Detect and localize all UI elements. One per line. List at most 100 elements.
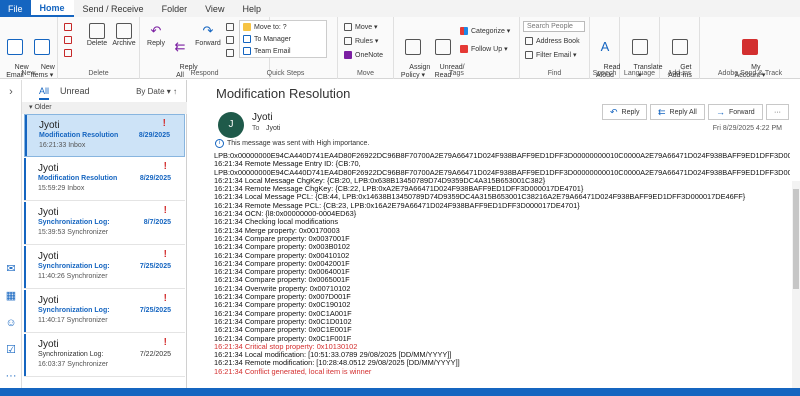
list-filter-tabs: All Unread By Date ▾ ↑ [22, 80, 187, 102]
group-move: Move ▾ Rules ▾ OneNote Move [338, 17, 394, 79]
onenote-label: OneNote [355, 51, 384, 59]
group-label-new: New [21, 70, 36, 77]
forward-button[interactable]: → Forward [708, 104, 763, 120]
unread-indicator [25, 115, 27, 156]
sort-by-date-button[interactable]: By Date ▾ ↑ [136, 87, 177, 96]
list-item[interactable]: Jyoti! Synchronization Log: 7/25/2025 11:40… [24, 246, 185, 289]
get-addins-button[interactable]: Get Add-ins [662, 23, 698, 88]
more-actions-button[interactable]: ··· [766, 104, 789, 120]
avatar[interactable]: J [218, 112, 244, 138]
move-button[interactable]: Move ▾ [344, 22, 378, 32]
list-item[interactable]: Jyoti! Modification Resolution 8/29/2025 16… [24, 114, 185, 157]
delete-label: Delete [86, 40, 108, 47]
more-apps-icon[interactable]: ··· [5, 370, 17, 382]
list-item[interactable]: Jyoti! Synchronization Log: 7/25/2025 11:40… [24, 290, 185, 333]
delete-button[interactable]: Delete [84, 23, 110, 48]
team-email-label: Team Email [254, 47, 291, 55]
search-people-input[interactable]: Search People [523, 21, 585, 32]
scrollbar-thumb[interactable] [793, 189, 799, 289]
list-item-meta: 11:40:26 Synchronizer [38, 273, 108, 280]
translate-button[interactable]: Translate ▾ [622, 23, 662, 88]
team-email-quickstep[interactable]: Team Email [243, 46, 291, 56]
ribbon-reply-button[interactable]: ↶ Reply [144, 23, 168, 48]
menu-folder[interactable]: Folder [153, 0, 197, 17]
sender-name[interactable]: Jyoti [252, 112, 273, 123]
archive-icon [116, 23, 132, 39]
list-item-sender: Jyoti [38, 339, 59, 350]
list-item[interactable]: Jyoti! Modification Resolution 8/29/2025 15… [24, 158, 185, 201]
group-label-quick-steps: Quick Steps [266, 70, 305, 77]
onenote-button[interactable]: OneNote [344, 50, 383, 60]
list-item[interactable]: Jyoti! Synchronization Log: 7/22/2025 16:03… [24, 334, 185, 377]
reply-icon: ↶ [610, 106, 618, 117]
vertical-scrollbar[interactable] [792, 181, 800, 388]
mail-icon[interactable]: ✉ [5, 263, 17, 275]
read-aloud-button[interactable]: A Read Aloud [592, 23, 620, 88]
recipient-name[interactable]: Jyoti [266, 125, 280, 132]
ribbon-forward-button[interactable]: ↷ Forward [194, 23, 222, 48]
ribbon-reply-all-button[interactable]: ⇇ Reply All [168, 23, 198, 88]
unread-read-button[interactable]: Unread/ Read [428, 23, 465, 88]
menu-file[interactable]: File [0, 0, 31, 17]
calendar-icon[interactable]: ▦ [5, 290, 17, 302]
more-respond-icon [226, 49, 234, 57]
reply-button[interactable]: ↶ Reply [602, 104, 648, 120]
menu-help[interactable]: Help [233, 0, 270, 17]
people-icon[interactable]: ☺ [5, 317, 17, 329]
tab-all[interactable]: All [39, 86, 50, 100]
group-quick-steps: Move to: ? To Manager Team Email Quick S… [234, 17, 338, 79]
move-to-quickstep[interactable]: Move to: ? [243, 22, 287, 32]
im-button[interactable] [226, 35, 234, 45]
address-book-button[interactable]: Address Book [525, 36, 580, 46]
follow-up-button[interactable]: Follow Up ▾ [460, 44, 508, 54]
group-header-older[interactable]: ▾ Older [22, 102, 187, 114]
reading-pane: Modification Resolution J Jyoti To Jyoti… [188, 80, 800, 388]
assign-policy-button[interactable]: Assign Policy ▾ [398, 23, 430, 88]
filter-email-button[interactable]: Filter Email ▾ [525, 50, 576, 60]
menu-send-receive[interactable]: Send / Receive [74, 0, 153, 17]
policy-icon [405, 39, 421, 55]
importance-text: This message was sent with High importan… [227, 140, 370, 147]
categorize-label: Categorize ▾ [471, 28, 511, 35]
unread-indicator [24, 334, 26, 376]
forward-icon: → [716, 107, 725, 117]
archive-button[interactable]: Archive [110, 23, 138, 48]
group-speech: A Read Aloud Speech [590, 17, 620, 79]
list-item[interactable]: Jyoti! Synchronization Log: 8/7/2025 15:39:… [24, 202, 185, 245]
list-item-subject: Modification Resolution [38, 175, 118, 182]
menu-view[interactable]: View [196, 0, 233, 17]
group-label-delete: Delete [88, 70, 109, 77]
more-respond-button[interactable] [226, 48, 234, 58]
list-item-sender: Jyoti [39, 120, 60, 131]
forward-icon: ↷ [202, 23, 214, 38]
group-label-language: Language [623, 70, 656, 77]
chevron-right-icon[interactable]: › [5, 86, 17, 98]
group-label-tags: Tags [449, 70, 464, 77]
tasks-icon[interactable]: ☑ [5, 344, 17, 356]
list-item-subject: Synchronization Log: [38, 351, 104, 358]
list-item-meta: 15:59:29 Inbox [38, 185, 85, 192]
forward-label: Forward [729, 108, 755, 116]
reply-all-button[interactable]: ⇇ Reply All [650, 104, 705, 120]
filter-icon [525, 51, 533, 59]
to-manager-label: To Manager [254, 35, 291, 43]
categorize-button[interactable]: Categorize ▾ [460, 26, 510, 36]
ignore-button[interactable] [64, 22, 72, 32]
tab-unread[interactable]: Unread [60, 86, 90, 96]
to-manager-quickstep[interactable]: To Manager [243, 34, 291, 44]
team-email-icon [243, 47, 251, 55]
new-items-button[interactable]: New Items ▾ [28, 23, 56, 88]
menu-home[interactable]: Home [30, 0, 74, 17]
group-addins: Get Add-ins Add-ins [660, 17, 700, 79]
my-account-button[interactable]: My Account ▾ [730, 23, 770, 88]
new-email-icon [7, 39, 23, 55]
new-email-button[interactable]: New Email [3, 23, 29, 88]
rules-button[interactable]: Rules ▾ [344, 36, 378, 46]
junk-button[interactable] [64, 48, 72, 58]
follow-up-label: Follow Up ▾ [471, 46, 508, 53]
ribbon: New Email New Items ▾ New Delete Archive… [0, 17, 800, 79]
list-item-meta: 16:21:33 Inbox [39, 142, 86, 149]
cleanup-button[interactable] [64, 35, 72, 45]
message-list: All Unread By Date ▾ ↑ ▾ Older Jyoti! Mod… [22, 80, 187, 388]
meeting-button[interactable] [226, 22, 234, 32]
